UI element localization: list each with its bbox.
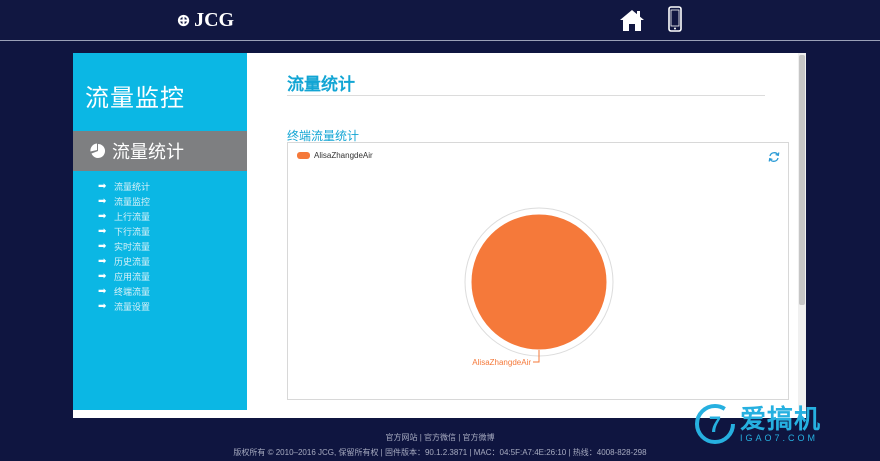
sidebar-link[interactable]: ➡ 应用流量 xyxy=(98,269,150,284)
arrow-right-icon: ➡ xyxy=(98,196,107,207)
footer-info: 版权所有 © 2010–2016 JCG, 保留所有权 | 固件版本：90.1.… xyxy=(233,448,647,457)
sidebar-link[interactable]: ➡ 流量统计 xyxy=(98,179,150,194)
sidebar-link[interactable]: ➡ 流量监控 xyxy=(98,194,150,209)
pie-slice-label: AlisaZhangdeAir xyxy=(472,358,531,367)
pie-chart: AlisaZhangdeAir xyxy=(464,207,614,367)
sidebar-link[interactable]: ➡ 终端流量 xyxy=(98,284,150,299)
jcg-logo[interactable]: ⊕ JCG xyxy=(176,9,234,32)
sidebar-link[interactable]: ➡ 上行流量 xyxy=(98,209,150,224)
pie-chart-container: AlisaZhangdeAir AlisaZhangdeAir xyxy=(287,142,789,400)
arrow-right-icon: ➡ xyxy=(98,256,107,267)
watermark-logo-icon: 7 xyxy=(695,404,735,444)
watermark-mark: 7 xyxy=(709,412,721,437)
sidebar-active-label: 流量统计 xyxy=(112,142,184,162)
pie-chart-icon xyxy=(90,143,106,158)
mobile-phone-icon[interactable] xyxy=(668,6,682,32)
watermark-text: 爱搞机 IGAO7.COM xyxy=(740,405,821,443)
sidebar: 流量监控 流量统计 ➡ 流量统计 ➡ 流量监控 ➡ 上行流量 ➡ 下行流量 ➡ 实时流量 … xyxy=(73,53,247,410)
page-title: 流量统计 xyxy=(287,75,355,94)
arrow-right-icon: ➡ xyxy=(98,286,107,297)
arrow-right-icon: ➡ xyxy=(98,241,107,252)
home-icon[interactable] xyxy=(619,8,645,32)
sidebar-link[interactable]: ➡ 实时流量 xyxy=(98,239,150,254)
header-divider xyxy=(0,40,880,41)
sidebar-title: 流量监控 xyxy=(85,85,185,112)
arrow-right-icon: ➡ xyxy=(98,211,107,222)
arrow-right-icon: ➡ xyxy=(98,226,107,237)
logo-mark-icon: ⊕ xyxy=(176,10,192,30)
scrollbar[interactable] xyxy=(798,53,806,410)
top-bar: ⊕ JCG xyxy=(0,0,880,40)
arrow-right-icon: ➡ xyxy=(98,301,107,312)
watermark-cn: 爱搞机 xyxy=(740,404,822,434)
brand-name: JCG xyxy=(194,9,235,31)
arrow-right-icon: ➡ xyxy=(98,181,107,192)
sidebar-link[interactable]: ➡ 下行流量 xyxy=(98,224,150,239)
content-area: 流量统计 终端流量统计 AlisaZhangdeAir AlisaZhangde… xyxy=(257,53,798,410)
sidebar-link[interactable]: ➡ 历史流量 xyxy=(98,254,150,269)
arrow-right-icon: ➡ xyxy=(98,271,107,282)
sidebar-links: ➡ 流量统计 ➡ 流量监控 ➡ 上行流量 ➡ 下行流量 ➡ 实时流量 ➡ 历史流量 ➡ 应用流… xyxy=(98,179,150,314)
title-divider xyxy=(287,95,765,96)
sidebar-link[interactable]: ➡ 流量设置 xyxy=(98,299,150,314)
watermark-en: IGAO7.COM xyxy=(740,433,819,443)
pie-slice[interactable] xyxy=(470,213,608,351)
sidebar-item-traffic-stats[interactable]: 流量统计 xyxy=(73,131,247,171)
scrollbar-thumb[interactable] xyxy=(799,55,805,305)
watermark: 7 爱搞机 IGAO7.COM xyxy=(694,403,821,445)
